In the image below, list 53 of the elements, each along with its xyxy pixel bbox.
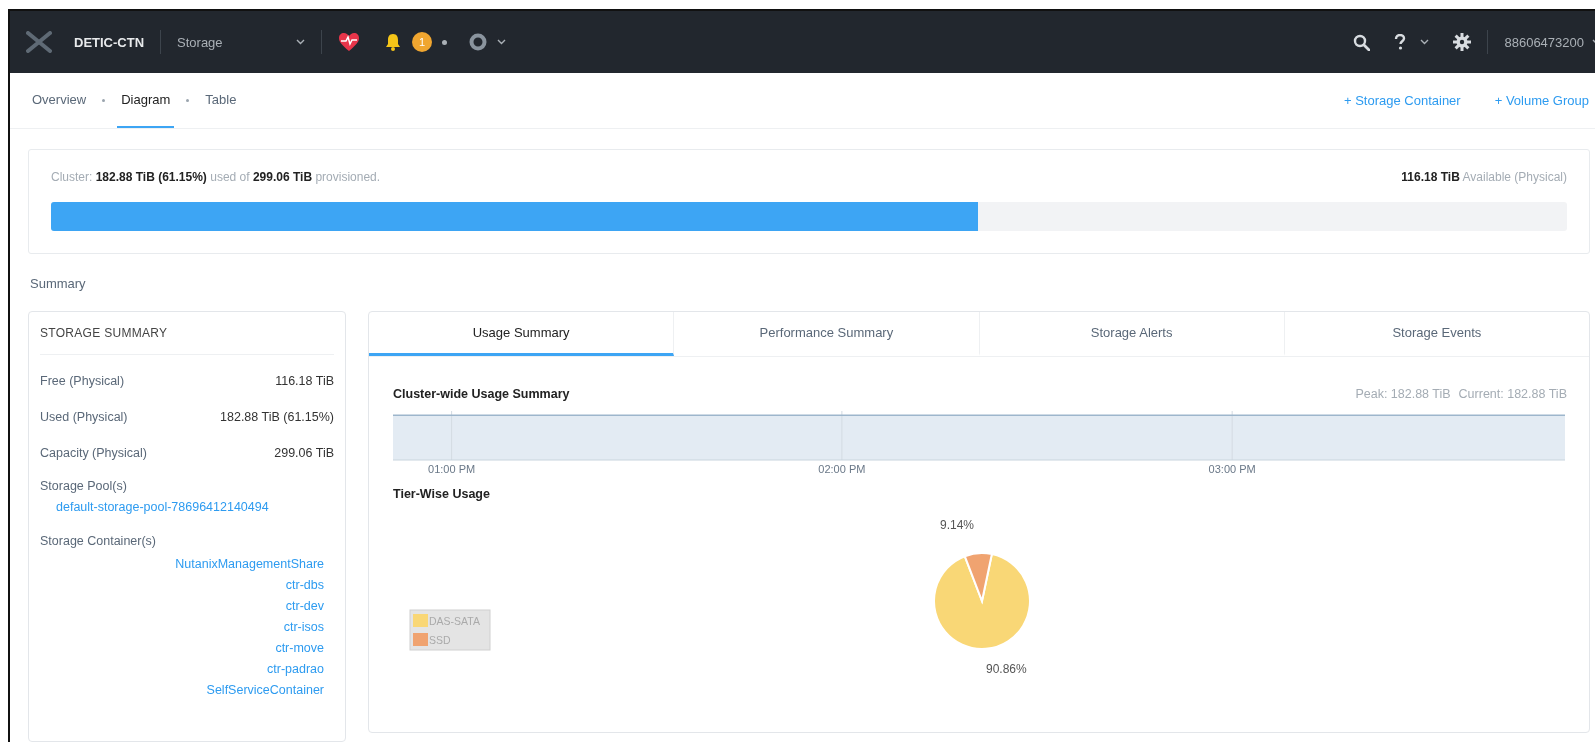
time-label: 01:00 PM [428, 463, 476, 475]
value-label: 90.86% [986, 662, 1027, 676]
container-link[interactable]: NutanixManagementShare [175, 554, 324, 575]
view-tab[interactable]: Overview [28, 73, 91, 128]
field-value: 182.88 TiB (61.15%) [220, 410, 334, 424]
view-tab[interactable]: Diagram [117, 73, 175, 128]
panel-tab[interactable]: Storage Events [1284, 312, 1589, 356]
current-value: Current: 182.88 TiB [1458, 387, 1567, 401]
field-value: 299.06 TiB [274, 446, 334, 460]
alert-count-badge[interactable]: 1 [412, 32, 433, 52]
field-label: Used (Physical) [40, 410, 128, 424]
field-value: 116.18 TiB [275, 374, 334, 388]
section-dropdown[interactable]: Storage [177, 34, 306, 50]
field-label: Capacity (Physical) [40, 446, 147, 460]
separator-dot [102, 99, 106, 102]
chart-title: Tier-Wise Usage [393, 487, 491, 501]
peak-value: Peak: 182.88 TiB [1355, 387, 1451, 401]
container-link[interactable]: ctr-move [275, 638, 324, 659]
add-link[interactable]: + Storage Container [1343, 93, 1461, 108]
card-title: STORAGE SUMMARY [40, 326, 334, 355]
container-link[interactable]: ctr-isos [283, 617, 324, 638]
user-menu[interactable]: 88606473200 [1504, 34, 1595, 50]
ring-icon[interactable] [469, 33, 488, 51]
status-dot [442, 39, 448, 45]
container-link[interactable]: SelfServiceContainer [206, 680, 324, 701]
bell-icon[interactable] [384, 33, 403, 51]
field-label: Storage Pool(s) [40, 479, 128, 493]
separator-dot [186, 99, 190, 102]
available-text: 116.18 TiB Available (Physical) [1401, 170, 1567, 184]
health-heart-icon[interactable] [338, 32, 361, 52]
panel-tab[interactable]: Usage Summary [369, 312, 675, 356]
section-label: Summary [30, 276, 87, 291]
field-label: Free (Physical) [40, 374, 125, 388]
value-label: 9.14% [940, 518, 975, 532]
cluster-usage-text: Cluster: 182.88 TiB (61.15%) used of 299.06 TiB provisioned. [51, 170, 381, 184]
container-link[interactable]: ctr-padrao [267, 659, 324, 680]
logo-icon[interactable] [26, 31, 52, 53]
settings-icon[interactable] [1453, 33, 1472, 51]
search-icon[interactable] [1353, 33, 1371, 51]
container-link[interactable]: ctr-dbs [285, 575, 324, 596]
add-link[interactable]: + Volume Group [1494, 93, 1589, 108]
pool-link[interactable]: default-storage-pool-78696412140494 [56, 497, 269, 518]
cluster-name: DETIC-CTN [74, 34, 145, 50]
panel-tab[interactable]: Performance Summary [674, 312, 980, 356]
container-link[interactable]: ctr-dev [285, 596, 324, 617]
help-icon[interactable] [1394, 34, 1407, 50]
chart-title: Cluster-wide Usage Summary [393, 387, 570, 401]
view-tab[interactable]: Table [201, 73, 241, 128]
panel-tab[interactable]: Storage Alerts [979, 312, 1285, 356]
time-label: 03:00 PM [1208, 463, 1256, 475]
chart-legend: DAS-SATA SSD [409, 609, 491, 651]
field-label: Storage Container(s) [40, 534, 158, 548]
time-label: 02:00 PM [818, 463, 866, 475]
